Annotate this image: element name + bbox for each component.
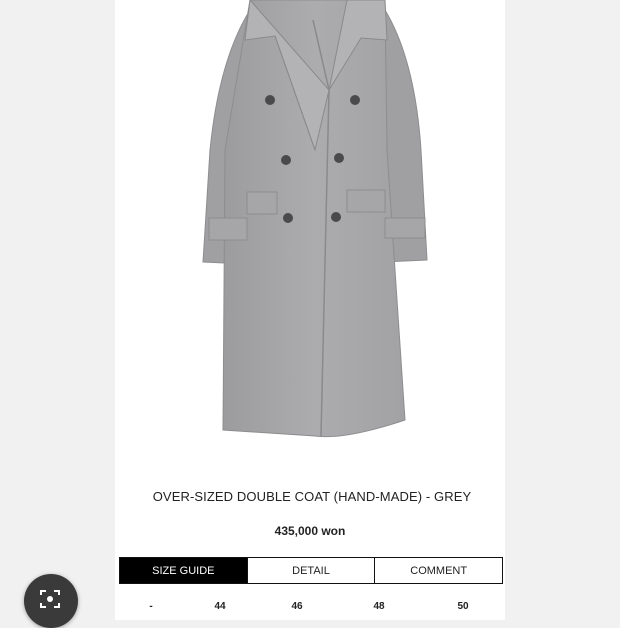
size-cell: 44 bbox=[214, 601, 226, 612]
tab-comment[interactable]: COMMENT bbox=[374, 558, 502, 583]
tab-detail[interactable]: DETAIL bbox=[246, 558, 375, 583]
size-cell: 46 bbox=[291, 601, 303, 612]
coat-image-icon bbox=[202, 0, 428, 438]
size-cell: 50 bbox=[457, 601, 469, 612]
product-price: 435,000 won bbox=[274, 524, 346, 538]
product-page: OVER-SIZED DOUBLE COAT (HAND-MADE) - GRE… bbox=[115, 0, 505, 620]
tab-bar: SIZE GUIDE DETAIL COMMENT bbox=[119, 557, 503, 584]
image-search-icon bbox=[40, 590, 60, 608]
size-guide-row: - 44 46 48 50 bbox=[115, 601, 505, 617]
tab-size-guide[interactable]: SIZE GUIDE bbox=[120, 558, 247, 583]
product-title: OVER-SIZED DOUBLE COAT (HAND-MADE) - GRE… bbox=[152, 489, 472, 504]
size-cell: 48 bbox=[373, 601, 385, 612]
product-image bbox=[115, 0, 505, 460]
size-cell-label: - bbox=[149, 601, 153, 612]
